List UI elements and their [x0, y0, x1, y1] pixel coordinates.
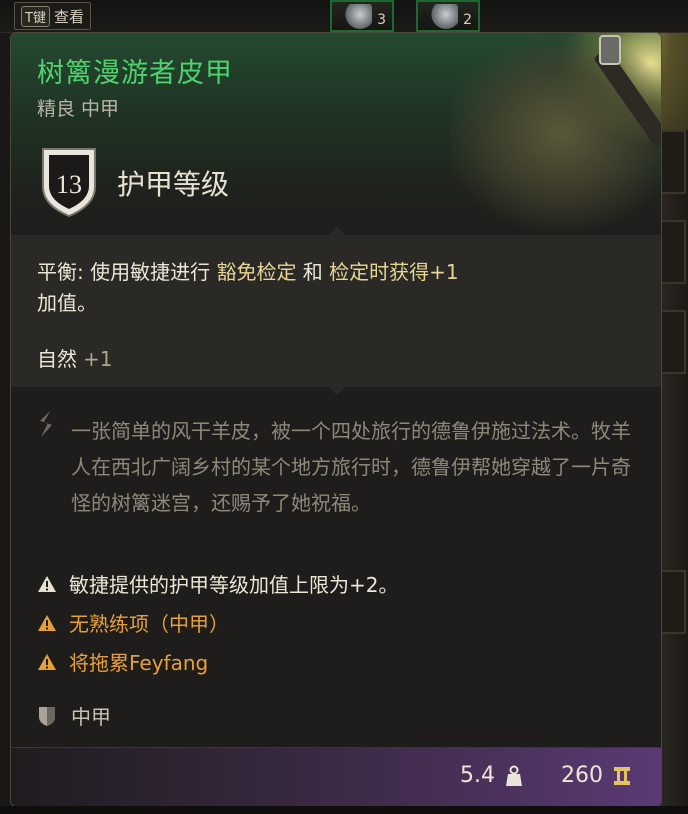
hotbar: T键 查看 3 2 — [0, 0, 688, 33]
key-tag: T键 — [21, 5, 50, 27]
warning-icon — [38, 614, 56, 631]
weight-value: 5.4 — [460, 763, 495, 788]
bottom-strip — [0, 806, 688, 814]
proficiency-warning: 无熟练项（中甲） — [37, 608, 229, 637]
hotbar-slot-1[interactable]: 3 — [330, 0, 394, 32]
effect-line2: 加值。 — [37, 291, 97, 315]
armor-type-icon — [39, 706, 55, 726]
item-title: 树篱漫游者皮甲 — [37, 58, 233, 89]
quill-icon — [40, 411, 52, 437]
gold-value: 260 — [561, 763, 603, 788]
weight-value-row: 5.4 260 — [460, 763, 631, 788]
encumbrance-warning: 将拖累Feyfang — [37, 647, 208, 676]
dagger-icon — [428, 4, 458, 30]
keyword-saving-throw[interactable]: 豁免检定 — [216, 260, 296, 284]
armor-class-value: 13 — [56, 170, 82, 199]
warning-text: 无熟练项（中甲） — [69, 612, 229, 636]
warning-icon — [38, 575, 56, 592]
skill-name: 自然 — [37, 347, 77, 371]
effect-mid: 和 — [296, 260, 330, 284]
side-slot[interactable] — [660, 130, 686, 194]
slot-count: 3 — [377, 12, 386, 28]
item-tooltip: 树篱漫游者皮甲 精良 中甲 13 护甲等级 平衡: 使用敏捷进行 豁免检定 和 … — [10, 32, 662, 807]
side-slot[interactable] — [660, 220, 686, 284]
dex-cap-note: 敏捷提供的护甲等级加值上限为+2。 — [37, 569, 398, 598]
warning-icon — [38, 653, 56, 670]
slot-count: 2 — [463, 12, 472, 28]
keyword-check[interactable]: 检定时获得+1 — [329, 260, 458, 284]
side-slot[interactable] — [660, 570, 686, 634]
tooltip-footer: 5.4 260 — [11, 747, 661, 806]
side-slot[interactable] — [660, 310, 686, 374]
armor-type-row: 中甲 — [37, 701, 111, 730]
armor-clasp-icon — [599, 35, 621, 65]
section-notch — [328, 378, 346, 396]
balance-effect: 平衡: 使用敏捷进行 豁免检定 和 检定时获得+1 加值。 — [37, 257, 557, 319]
effects-section: 平衡: 使用敏捷进行 豁免检定 和 检定时获得+1 加值。 自然 +1 — [11, 226, 661, 396]
warning-text: 将拖累Feyfang — [69, 651, 209, 675]
armor-type: 中甲 — [71, 705, 111, 729]
view-label: 查看 — [53, 7, 84, 26]
armor-class-label: 护甲等级 — [117, 168, 230, 201]
gold-coin-icon — [614, 766, 630, 785]
view-key-button[interactable]: T键 查看 — [14, 2, 91, 30]
item-description: 一张简单的风干羊皮，被一个四处旅行的德鲁伊施过法术。牧羊人在西北广阔乡村的某个地… — [71, 419, 631, 515]
skill-value: +1 — [83, 347, 113, 371]
item-rarity-type: 精良 中甲 — [37, 98, 120, 120]
dagger-icon — [342, 4, 372, 30]
item-portrait — [451, 33, 661, 243]
skill-bonus: 自然 +1 — [37, 343, 112, 372]
weight-icon — [506, 765, 522, 786]
shield-icon: 13 — [42, 148, 96, 218]
effect-prefix: 平衡: 使用敏捷进行 — [37, 260, 217, 284]
hotbar-slot-2[interactable]: 2 — [416, 0, 480, 32]
warning-text: 敏捷提供的护甲等级加值上限为+2。 — [69, 573, 399, 597]
side-inventory-strip — [660, 130, 688, 814]
